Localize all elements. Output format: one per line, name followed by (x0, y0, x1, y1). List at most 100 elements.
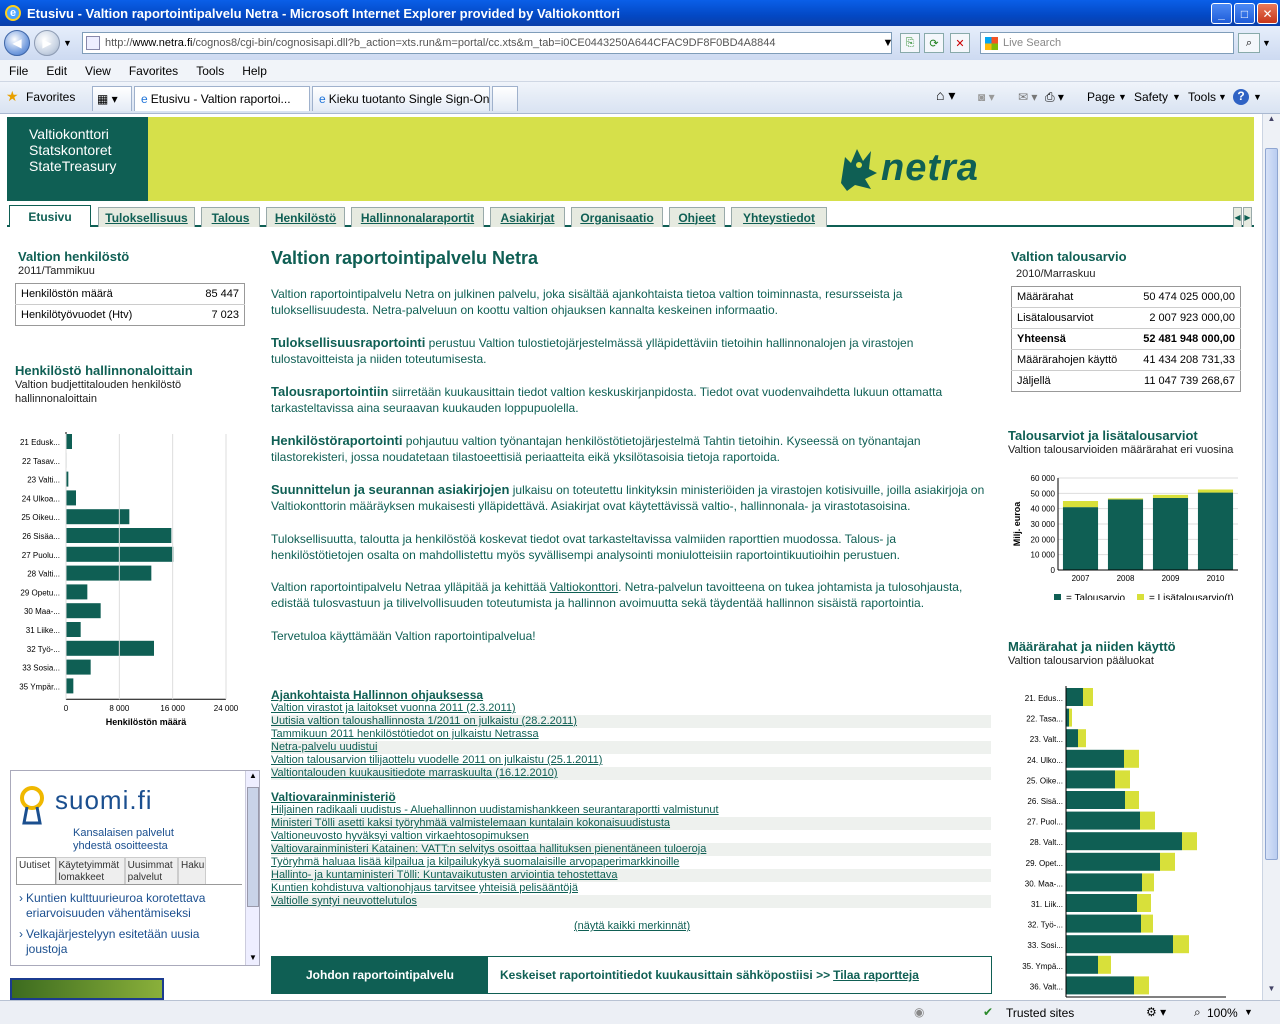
list-item[interactable]: Ministeri Tölli asetti kaksi työryhmää v… (271, 817, 991, 830)
mail-icon[interactable]: ✉ ▾ (1018, 90, 1037, 104)
netra-logo[interactable]: netra (835, 139, 995, 195)
browser-tab-etusivu[interactable]: e Etusivu - Valtion raportoi... (134, 86, 310, 111)
protected-mode-icon[interactable]: ⚙ ▾ (1146, 1005, 1166, 1019)
suomi-tab-uutiset[interactable]: Uutiset (16, 857, 56, 885)
tick-label: 16 000 (160, 704, 185, 713)
address-input[interactable]: http://www.netra.fi/cognos8/cgi-bin/cogn… (82, 32, 892, 54)
help-icon[interactable]: ? (1233, 89, 1249, 105)
zoom-level[interactable]: 100% (1207, 1006, 1238, 1020)
nav-tab-hallinnonalaraportit[interactable]: Hallinnonalaraportit (351, 207, 484, 227)
list-item[interactable]: Kuntien kohdistuva valtionohjaus tarvits… (271, 882, 991, 895)
nav-scroll-left-icon[interactable]: ◀ (1233, 207, 1242, 227)
nav-tab-talous[interactable]: Talous (201, 207, 260, 227)
site-banner: Valtiokonttori Statskontoret StateTreasu… (7, 117, 1254, 201)
nav-tab-tuloksellisuus[interactable]: Tulokselli­suus (98, 207, 195, 227)
list-item[interactable]: Valtiovarainministeri Katainen: VATT:n s… (271, 843, 991, 856)
list-item[interactable]: Valtion virastot ja laitokset vuonna 201… (271, 702, 991, 715)
nav-tab-asiakirjat[interactable]: Asiakirjat (490, 207, 565, 227)
scroll-up-icon[interactable]: ▲ (246, 771, 259, 785)
menu-view[interactable]: View (76, 64, 120, 78)
scroll-down-icon[interactable]: ▼ (246, 953, 259, 965)
list-item[interactable]: Tammikuun 2011 henkilöstötiedot on julka… (271, 728, 991, 741)
stop-icon[interactable]: ✕ (950, 33, 970, 53)
help-menu-chevron-icon[interactable]: ▼ (1253, 92, 1262, 102)
list-item[interactable]: Netra-palvelu uudistui (271, 741, 991, 754)
maximize-button[interactable]: □ (1234, 3, 1255, 24)
bar (66, 622, 81, 637)
list-item[interactable]: Valtioneuvosto hyväksyi valtion virkaeht… (271, 830, 991, 843)
news-heading-vm[interactable]: Valtiovarainministeriö (271, 790, 991, 804)
nav-tab-henkilosto[interactable]: Henkilöstö (266, 207, 345, 227)
feeds-icon[interactable]: ◙ ▾ (978, 90, 995, 104)
nav-tab-yhteystiedot[interactable]: Yhteystiedot (731, 207, 827, 227)
zoom-chevron-icon[interactable]: ▼ (1244, 1007, 1253, 1017)
nav-scroll-right-icon[interactable]: ▶ (1243, 207, 1252, 227)
order-reports-link[interactable]: Tilaa raportteja (833, 968, 919, 982)
budget-value: 50 474 025 000,00 (1143, 291, 1235, 303)
budget-title: Valtion talousarvio (1011, 249, 1127, 264)
bar (1066, 935, 1173, 954)
suomi-tab-palvelut[interactable]: Uusimmat palvelut (124, 857, 178, 885)
menu-edit[interactable]: Edit (37, 64, 76, 78)
tick-label: 0 (1051, 566, 1056, 575)
menu-favorites[interactable]: Favorites (120, 64, 187, 78)
compatibility-icon[interactable]: ⎘ (900, 33, 920, 53)
list-item[interactable]: Valtiolle syntyi neuvottelutulos (271, 895, 991, 908)
new-tab-button[interactable] (492, 86, 518, 111)
search-go-icon[interactable]: ⌕ (1238, 33, 1260, 53)
forward-button[interactable]: ▶ (34, 30, 60, 56)
home-icon[interactable]: ⌂ ▾ (936, 87, 955, 104)
safety-menu[interactable]: Safety (1134, 90, 1168, 104)
list-item[interactable]: Hallinto- ja kuntaministeri Tölli: Kunta… (271, 869, 991, 882)
back-button[interactable]: ◀ (4, 30, 30, 56)
tick-label: 10 000 (1031, 551, 1056, 560)
page-scrollbar[interactable]: ▲ ▼ (1262, 114, 1280, 1000)
list-item[interactable]: Valtiontalouden kuukausitiedote marrasku… (271, 767, 991, 780)
scroll-thumb[interactable] (247, 787, 259, 907)
promo-image[interactable] (10, 978, 164, 1000)
search-options-icon[interactable]: ▼ (1262, 38, 1271, 48)
list-item[interactable]: Valtion talousarvion tilijaottelu vuodel… (271, 754, 991, 767)
list-item[interactable]: Uutisia valtion taloushallinnosta 1/2011… (271, 715, 991, 728)
nav-tab-ohjeet[interactable]: Ohjeet (669, 207, 725, 227)
suomi-tab-lomakkeet[interactable]: Käytetyimmät lomakkeet (55, 857, 125, 885)
suomi-logo[interactable]: suomi.fi (55, 785, 153, 816)
tools-menu[interactable]: Tools (1188, 90, 1216, 104)
scroll-down-icon[interactable]: ▼ (1263, 984, 1280, 1000)
valtiokonttori-link[interactable]: Valtiokonttori (550, 580, 618, 594)
privacy-icon[interactable]: ◉ (914, 1005, 924, 1019)
bar (1140, 811, 1155, 830)
list-item[interactable]: Hiljainen radikaali uudistus - Aluehalli… (271, 804, 991, 817)
quick-tabs-button[interactable]: ▦ ▾ (92, 86, 132, 111)
bullet-icon: › (19, 891, 23, 905)
address-dropdown-icon[interactable]: ▼ (878, 33, 898, 53)
page-scroll-thumb[interactable] (1265, 148, 1278, 860)
favorites-button[interactable]: Favorites (26, 90, 75, 104)
search-input[interactable]: Live Search (980, 32, 1234, 54)
nav-tab-etusivu[interactable]: Etusivu (9, 205, 91, 227)
list-item[interactable]: Työryhmä haluaa lisää kilpailua ja kilpa… (271, 856, 991, 869)
suomi-tab-haku[interactable]: Haku (178, 857, 206, 885)
bar (1069, 708, 1072, 727)
show-all-link[interactable]: (näytä kaikki merkinnät) (574, 920, 690, 932)
history-dropdown-icon[interactable]: ▼ (63, 38, 72, 48)
close-button[interactable]: ✕ (1257, 3, 1278, 24)
page-menu[interactable]: Page (1087, 90, 1115, 104)
browser-tab-kieku[interactable]: e Kieku tuotanto Single Sign-On (312, 86, 490, 111)
bar (1066, 832, 1182, 851)
bar (1066, 852, 1160, 871)
valtiokonttori-logo[interactable]: Valtiokonttori Statskontoret StateTreasu… (7, 117, 148, 201)
suomi-news-item[interactable]: › Velkajärjestelyyn esitetään uusia joust… (16, 927, 242, 957)
category-label: 22. Tasa... (1026, 715, 1063, 724)
scroll-up-icon[interactable]: ▲ (1263, 114, 1280, 130)
nav-tab-organisaatio[interactable]: Organisaatio (571, 207, 663, 227)
news-heading-hallinto[interactable]: Ajankohtaista Hallinnon ohjauksessa (271, 688, 991, 702)
suomi-scrollbar[interactable]: ▲ ▼ (245, 771, 259, 965)
suomi-news-item[interactable]: › Kuntien kulttuurieuroa korotettava eria… (16, 891, 242, 921)
print-icon[interactable]: ⎙ ▾ (1045, 90, 1064, 105)
menu-file[interactable]: File (0, 64, 37, 78)
refresh-icon[interactable]: ⟳ (924, 33, 944, 53)
menu-help[interactable]: Help (233, 64, 276, 78)
minimize-button[interactable]: _ (1211, 3, 1232, 24)
menu-tools[interactable]: Tools (187, 64, 233, 78)
